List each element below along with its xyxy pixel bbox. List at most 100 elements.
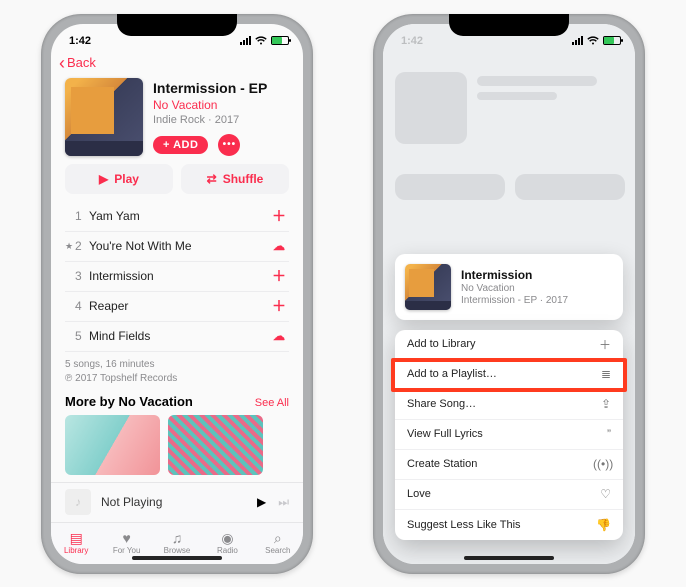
album-artist-link[interactable]: No Vacation: [153, 98, 289, 112]
battery-icon: [603, 36, 621, 45]
screen-album: 1:42 ‹ Back Intermission - EP No Vacatio…: [51, 24, 303, 564]
shuffle-button[interactable]: ⇄ Shuffle: [181, 164, 289, 194]
playlist-icon: ≣: [593, 367, 611, 381]
track-number: 3: [75, 269, 89, 283]
context-menu-label: Add to Library: [407, 338, 475, 350]
tab-label: Browse: [164, 546, 191, 555]
back-label: Back: [67, 55, 96, 70]
notch: [117, 14, 237, 36]
track-row[interactable]: 3Intermission＋: [65, 262, 289, 292]
status-time: 1:42: [69, 35, 91, 47]
signal-icon: [240, 36, 251, 45]
context-menu-item[interactable]: Love ♡: [395, 480, 623, 510]
wifi-icon: [587, 36, 599, 45]
album-genre-year: Indie Rock · 2017: [153, 114, 289, 126]
play-label: Play: [114, 172, 139, 186]
lyrics-icon: ”: [593, 427, 611, 441]
home-indicator[interactable]: [464, 556, 554, 560]
track-number: 5: [75, 329, 89, 343]
context-track-artist: No Vacation: [461, 283, 568, 294]
track-list: 1Yam Yam＋★2You're Not With Me☁︎3Intermis…: [51, 202, 303, 352]
search-icon: ⌕: [274, 531, 282, 545]
related-album-1[interactable]: [65, 415, 160, 475]
context-preview-card: Intermission No Vacation Intermission - …: [395, 254, 623, 320]
track-row[interactable]: 5Mind Fields☁︎: [65, 322, 289, 352]
context-menu-label: Create Station: [407, 458, 477, 470]
plus-icon: ＋: [593, 336, 611, 353]
back-button[interactable]: ‹ Back: [51, 52, 303, 76]
status-time: 1:42: [401, 35, 423, 47]
shuffle-icon: ⇄: [207, 172, 217, 186]
track-row[interactable]: 4Reaper＋: [65, 292, 289, 322]
plus-icon[interactable]: ＋: [269, 266, 289, 286]
more-by-section: More by No Vacation See All: [51, 394, 303, 475]
context-menu-item[interactable]: Add to Library ＋: [395, 330, 623, 360]
home-indicator[interactable]: [132, 556, 222, 560]
tab-label: Library: [64, 546, 88, 555]
library-icon: ▤: [70, 531, 83, 545]
now-playing-art: ♪: [65, 489, 91, 515]
cloud-download-icon[interactable]: ☁︎: [269, 239, 289, 253]
context-track-album: Intermission - EP · 2017: [461, 295, 568, 306]
track-list-footer: 5 songs, 16 minutes ℗ 2017 Topshelf Reco…: [51, 352, 303, 394]
track-name: Intermission: [89, 269, 269, 283]
add-button[interactable]: + ADD: [153, 136, 208, 154]
forward-icon[interactable]: ⏭: [278, 495, 289, 510]
context-menu-label: Suggest Less Like This: [407, 519, 521, 531]
context-menu-item[interactable]: View Full Lyrics ”: [395, 420, 623, 450]
now-playing-bar[interactable]: ♪ Not Playing ▶ ⏭: [51, 482, 303, 522]
screen-context-menu: 1:42 Intermission No Vacation Intermissi…: [383, 24, 635, 564]
context-menu-label: View Full Lyrics: [407, 428, 483, 440]
album-header: Intermission - EP No Vacation Indie Rock…: [51, 76, 303, 164]
play-icon[interactable]: ▶: [257, 495, 266, 509]
dislike-icon: 👎: [593, 518, 611, 532]
track-number: 1: [75, 209, 89, 223]
chevron-left-icon: ‹: [59, 54, 65, 72]
context-menu-label: Love: [407, 488, 431, 500]
context-menu-item[interactable]: Add to a Playlist… ≣: [395, 360, 623, 390]
phone-left: 1:42 ‹ Back Intermission - EP No Vacatio…: [41, 14, 313, 574]
battery-icon: [271, 36, 289, 45]
tab-label: For You: [113, 546, 141, 555]
track-summary: 5 songs, 16 minutes: [65, 358, 289, 372]
track-number: 4: [75, 299, 89, 313]
shuffle-label: Shuffle: [223, 172, 264, 186]
tab-label: Radio: [217, 546, 238, 555]
plus-icon[interactable]: ＋: [269, 206, 289, 226]
tab-library[interactable]: ▤Library: [51, 523, 101, 564]
star-icon: ★: [65, 241, 75, 252]
context-menu-item[interactable]: Share Song… ⇪: [395, 390, 623, 420]
tab-search[interactable]: ⌕Search: [253, 523, 303, 564]
play-button[interactable]: ▶ Play: [65, 164, 173, 194]
album-art[interactable]: [65, 78, 143, 156]
station-icon: ((•)): [593, 457, 611, 471]
track-name: Reaper: [89, 299, 269, 313]
heart-icon: ♥: [122, 531, 130, 545]
more-button[interactable]: •••: [218, 134, 240, 156]
track-name: Yam Yam: [89, 209, 269, 223]
play-shuffle-row: ▶ Play ⇄ Shuffle: [51, 164, 303, 202]
album-art: [405, 264, 451, 310]
context-menu-label: Add to a Playlist…: [407, 368, 497, 380]
context-menu-item[interactable]: Suggest Less Like This 👎: [395, 510, 623, 540]
see-all-link[interactable]: See All: [255, 397, 289, 409]
now-playing-label: Not Playing: [101, 495, 247, 509]
heart-outline-icon: ♡: [593, 487, 611, 501]
album-title: Intermission - EP: [153, 80, 289, 96]
track-name: You're Not With Me: [89, 239, 269, 253]
track-name: Mind Fields: [89, 329, 269, 343]
more-by-heading: More by No Vacation: [65, 394, 193, 409]
share-icon: ⇪: [593, 397, 611, 411]
context-track-title: Intermission: [461, 268, 568, 282]
radio-icon: ◉: [221, 531, 233, 545]
track-row[interactable]: ★2You're Not With Me☁︎: [65, 232, 289, 262]
signal-icon: [572, 36, 583, 45]
context-menu-label: Share Song…: [407, 398, 476, 410]
cloud-download-icon[interactable]: ☁︎: [269, 329, 289, 343]
track-number: 2: [75, 239, 89, 253]
related-album-2[interactable]: [168, 415, 263, 475]
track-row[interactable]: 1Yam Yam＋: [65, 202, 289, 232]
plus-icon[interactable]: ＋: [269, 296, 289, 316]
context-menu-item[interactable]: Create Station ((•)): [395, 450, 623, 480]
tab-label: Search: [265, 546, 290, 555]
